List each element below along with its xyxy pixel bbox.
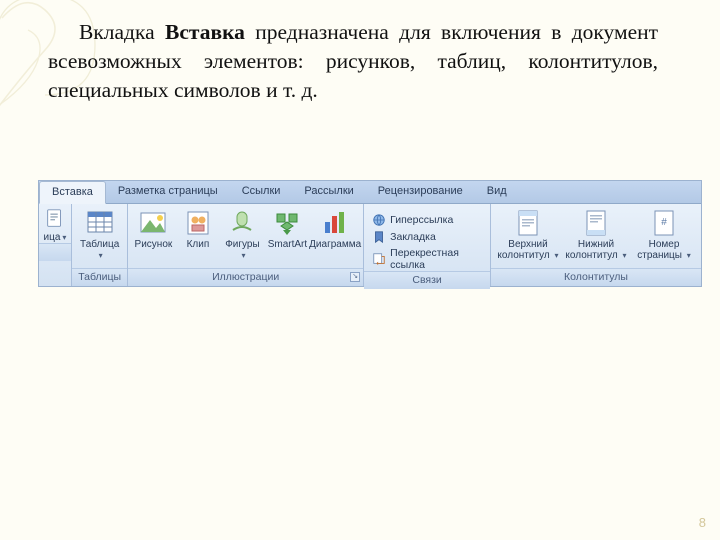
chevron-down-icon: ▾ xyxy=(623,251,627,260)
clip-button[interactable]: Клип xyxy=(179,208,218,251)
tab-review[interactable]: Рецензирование xyxy=(366,181,475,203)
chart-button[interactable]: Диаграмма xyxy=(313,208,357,251)
table-icon xyxy=(85,208,115,238)
group-title-headerfooter: Колонтитулы xyxy=(491,268,701,286)
bookmark-button[interactable]: Закладка xyxy=(372,230,480,244)
tab-insert[interactable]: Вставка xyxy=(39,181,106,204)
page-number-button[interactable]: # Номерстраницы ▾ xyxy=(633,208,695,261)
chevron-down-icon: ▾ xyxy=(555,251,559,260)
picture-icon xyxy=(138,208,168,238)
header-button[interactable]: Верхнийколонтитул ▾ xyxy=(497,208,559,261)
group-pages-partial: ица▾ xyxy=(39,204,72,286)
chevron-down-icon: ▾ xyxy=(99,251,103,260)
chevron-down-icon: ▾ xyxy=(241,251,245,260)
cross-reference-icon xyxy=(372,252,386,266)
ribbon: Вставка Разметка страницы Ссылки Рассылк… xyxy=(38,180,702,287)
ribbon-groups: ица▾ Таблица▾ Таблицы xyxy=(39,204,701,286)
group-title-illustrations: Иллюстрации ↘ xyxy=(128,268,363,286)
clip-icon xyxy=(183,208,213,238)
svg-text:#: # xyxy=(661,217,667,228)
group-title-pages-partial xyxy=(39,243,71,261)
tab-page-layout[interactable]: Разметка страницы xyxy=(106,181,230,203)
group-illustrations: Рисунок Клип Фигуры▾ xyxy=(128,204,364,286)
shapes-button[interactable]: Фигуры▾ xyxy=(223,208,262,261)
page-icon xyxy=(44,208,66,230)
group-title-links: Связи xyxy=(364,271,490,289)
slide-description: Вкладка Вставка предназначена для включе… xyxy=(48,18,658,105)
ribbon-tab-strip: Вставка Разметка страницы Ссылки Рассылк… xyxy=(39,181,701,204)
dialog-launcher-icon[interactable]: ↘ xyxy=(350,272,360,282)
shapes-icon xyxy=(227,208,257,238)
group-links: Гиперссылка Закладка Перекрестная ссылка xyxy=(364,204,491,286)
bookmark-icon xyxy=(372,230,386,244)
smartart-icon xyxy=(272,208,302,238)
cross-reference-button[interactable]: Перекрестная ссылка xyxy=(372,247,480,271)
tab-view[interactable]: Вид xyxy=(475,181,519,203)
smartart-button[interactable]: SmartArt xyxy=(268,208,307,251)
hyperlink-icon xyxy=(372,213,386,227)
pages-button-partial[interactable]: ица▾ xyxy=(39,204,71,243)
chevron-down-icon: ▾ xyxy=(687,251,691,260)
page-number-icon: # xyxy=(649,208,679,238)
group-tables: Таблица▾ Таблицы xyxy=(72,204,128,286)
header-icon xyxy=(513,208,543,238)
table-button[interactable]: Таблица▾ xyxy=(78,208,121,261)
page-number: 8 xyxy=(699,515,706,530)
group-title-tables: Таблицы xyxy=(72,268,127,286)
picture-button[interactable]: Рисунок xyxy=(134,208,173,251)
chevron-down-icon: ▾ xyxy=(62,233,66,242)
hyperlink-button[interactable]: Гиперссылка xyxy=(372,213,480,227)
tab-references[interactable]: Ссылки xyxy=(230,181,293,203)
tab-mailings[interactable]: Рассылки xyxy=(292,181,365,203)
chart-icon xyxy=(320,208,350,238)
footer-button[interactable]: Нижнийколонтитул ▾ xyxy=(565,208,627,261)
footer-icon xyxy=(581,208,611,238)
group-headerfooter: Верхнийколонтитул ▾ Нижнийколонтитул ▾ #… xyxy=(491,204,701,286)
